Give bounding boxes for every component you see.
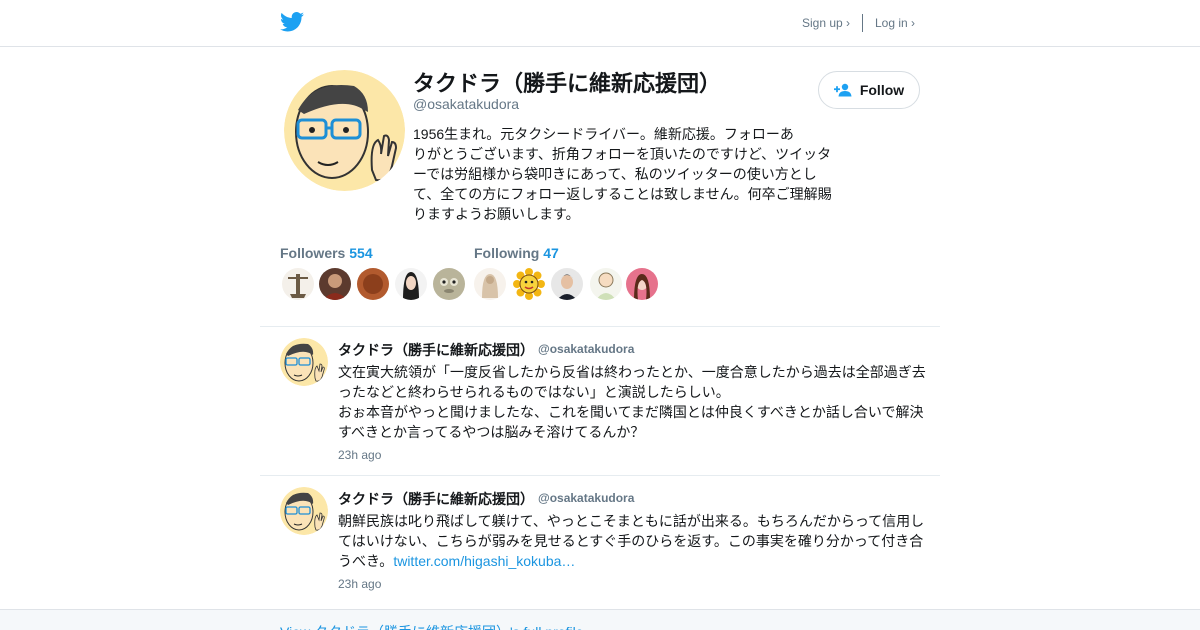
login-link[interactable]: Log in › bbox=[875, 16, 915, 30]
following-avatar[interactable] bbox=[513, 268, 545, 300]
header-divider bbox=[862, 14, 863, 32]
bio-line: て、全ての方にフォロー返しすることは致しません。何卒ご理解賜 bbox=[413, 186, 832, 202]
divider bbox=[260, 475, 940, 476]
tweet-author-name[interactable]: タクドラ（勝手に維新応援団） bbox=[338, 489, 534, 509]
followers-count: 554 bbox=[349, 245, 373, 261]
tweet-line: 朝鮮民族は叱り飛ばして躾けて、やっとこそまともに話が出来る。もちろんだからって信… bbox=[338, 513, 925, 529]
bio-line: 1956生まれ。元タクシードライバー。維新応援。フォローあ bbox=[413, 126, 794, 142]
tweet-line: ったなどと終わらせられるものではない」と演説したらしい。 bbox=[338, 384, 730, 400]
profile-bio: 1956生まれ。元タクシードライバー。維新応援。フォローあ りがとうございます、… bbox=[413, 124, 843, 224]
bio-line: りがとうございます、折角フォローを頂いたのですけど、ツイッタ bbox=[413, 146, 832, 162]
tweet-line-text: うべき。 bbox=[338, 553, 394, 569]
following-stat[interactable]: Following 47 bbox=[474, 245, 559, 261]
follower-avatar[interactable] bbox=[433, 268, 465, 300]
following-avatar[interactable] bbox=[474, 268, 506, 300]
tweet-avatar[interactable] bbox=[280, 338, 328, 386]
top-bar: Sign up › Log in › bbox=[0, 0, 1200, 47]
followers-stat[interactable]: Followers 554 bbox=[280, 245, 373, 261]
followers-label: Followers bbox=[280, 245, 346, 261]
full-profile-link[interactable]: View タクドラ（勝手に維新応援団）'s full profile → bbox=[280, 622, 601, 630]
bio-line: ーでは労組様から袋叩きにあって、私のツイッターの使い方とし bbox=[413, 166, 817, 182]
tweet-timestamp[interactable]: 23h ago bbox=[338, 577, 381, 591]
tweet-author-name[interactable]: タクドラ（勝手に維新応援団） bbox=[338, 340, 534, 360]
twitter-bird-icon[interactable] bbox=[280, 12, 304, 32]
following-avatar[interactable] bbox=[590, 268, 622, 300]
tweet-line: すべきとか言ってるやつは脳みそ溶けてるんか？ bbox=[338, 424, 645, 440]
profile-avatar[interactable] bbox=[284, 70, 405, 191]
tweet-timestamp[interactable]: 23h ago bbox=[338, 448, 381, 462]
profile-name: タクドラ（勝手に維新応援団） bbox=[413, 71, 722, 96]
divider bbox=[260, 326, 940, 327]
tweet-author-handle[interactable]: @osakatakudora bbox=[538, 491, 634, 505]
following-avatar[interactable] bbox=[551, 268, 583, 300]
tweet-avatar[interactable] bbox=[280, 487, 328, 535]
tweet-line: おぉ本音がやっと聞けましたな、これを聞いてまだ隣国とは仲良くすべきとか話し合いで… bbox=[338, 404, 924, 420]
tweet-line: 文在寅大統領が「一度反省したから反省は終わったとか、一度合意したから過去は全部過… bbox=[338, 364, 926, 380]
following-avatar[interactable] bbox=[626, 268, 658, 300]
follower-avatar[interactable] bbox=[357, 268, 389, 300]
follow-button-label: Follow bbox=[859, 82, 905, 98]
profile-footer: View タクドラ（勝手に維新応援団）'s full profile → bbox=[0, 609, 1200, 630]
following-label: Following bbox=[474, 245, 540, 261]
tweet-line: てはいけない、こちらが弱みを見せるとすぐ手のひらを返す。この事実を確り分かって付… bbox=[338, 533, 924, 549]
tweet-author-handle[interactable]: @osakatakudora bbox=[538, 342, 634, 356]
add-user-icon bbox=[833, 83, 852, 97]
tweet-line: うべき。twitter.com/higashi_kokuba… bbox=[338, 551, 930, 571]
follow-button[interactable]: Follow bbox=[818, 71, 920, 109]
tweet-text: 文在寅大統領が「一度反省したから反省は終わったとか、一度合意したから過去は全部過… bbox=[338, 362, 930, 442]
follower-avatar[interactable] bbox=[395, 268, 427, 300]
following-count: 47 bbox=[543, 245, 559, 261]
bio-line: りますようお願いします。 bbox=[413, 206, 580, 222]
tweet-text: 朝鮮民族は叱り飛ばして躾けて、やっとこそまともに話が出来る。もちろんだからって信… bbox=[338, 511, 930, 571]
follower-avatar[interactable] bbox=[282, 268, 314, 300]
signup-link[interactable]: Sign up › bbox=[802, 16, 850, 30]
profile-handle[interactable]: @osakatakudora bbox=[413, 96, 519, 112]
tweet-link[interactable]: twitter.com/higashi_kokuba… bbox=[393, 553, 575, 569]
follower-avatar[interactable] bbox=[319, 268, 351, 300]
